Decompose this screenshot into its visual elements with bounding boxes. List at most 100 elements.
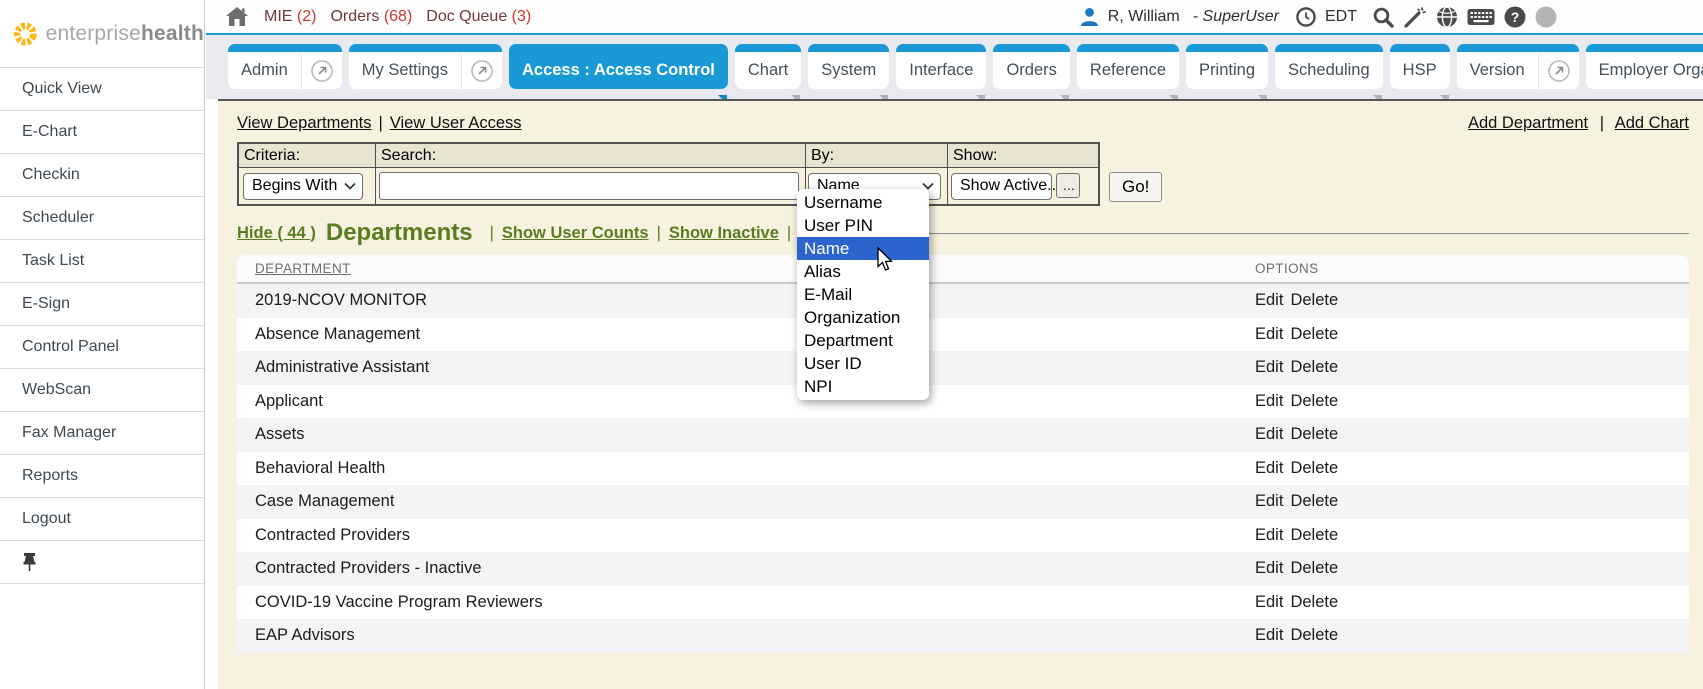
view-departments-link[interactable]: View Departments (237, 114, 372, 133)
sidebar-item[interactable]: Task List (0, 240, 204, 283)
delete-link[interactable]: Delete (1290, 425, 1338, 443)
help-icon[interactable]: ? (1504, 6, 1526, 28)
edit-link[interactable]: Edit (1255, 291, 1283, 309)
external-link-icon[interactable] (461, 52, 502, 89)
dropdown-option-user-id[interactable]: User ID (797, 352, 929, 375)
sidebar-item[interactable]: Control Panel (0, 326, 204, 369)
delete-link[interactable]: Delete (1290, 358, 1338, 376)
show-more-button[interactable]: ... (1056, 173, 1080, 198)
content-panel: View Departments | View User Access Add … (218, 99, 1703, 689)
sidebar-item[interactable]: Scheduler (0, 197, 204, 240)
tab-printing[interactable]: Printing (1186, 44, 1268, 99)
avatar-circle[interactable] (1535, 6, 1557, 28)
sidebar-pin-row[interactable] (0, 541, 204, 584)
sidebar-item[interactable]: Fax Manager (0, 412, 204, 455)
tab-my-settings[interactable]: My Settings (349, 44, 502, 99)
row-options: Edit Delete (1255, 425, 1345, 444)
nav-mie[interactable]: MIE (2) (264, 8, 316, 26)
sidebar-item[interactable]: E-Chart (0, 111, 204, 154)
delete-link[interactable]: Delete (1290, 291, 1338, 309)
search-form: Criteria: Search: By: Show: Begins With … (237, 142, 1689, 206)
tab-orders[interactable]: Orders (993, 44, 1069, 99)
external-link-icon[interactable] (301, 52, 342, 89)
hide-count-link[interactable]: Hide ( 44 ) (237, 224, 316, 243)
dropdown-option-alias[interactable]: Alias (797, 260, 929, 283)
dropdown-option-organization[interactable]: Organization (797, 306, 929, 329)
dropdown-option-username[interactable]: Username (797, 191, 929, 214)
tab-employer-organization[interactable]: Employer Organization (1586, 44, 1703, 99)
table-header-row: DEPARTMENT OPTIONS (237, 255, 1689, 284)
edit-link[interactable]: Edit (1255, 459, 1283, 477)
delete-link[interactable]: Delete (1290, 526, 1338, 544)
nav-doc-queue[interactable]: Doc Queue (3) (426, 8, 531, 26)
dropdown-option-name-selected[interactable]: Name (797, 237, 929, 260)
show-select[interactable]: Show Active... (951, 173, 1052, 200)
edit-link[interactable]: Edit (1255, 593, 1283, 611)
delete-link[interactable]: Delete (1290, 626, 1338, 644)
tab-access-control-active[interactable]: Access : Access Control (509, 44, 728, 99)
wand-icon[interactable] (1403, 6, 1427, 28)
tab-system[interactable]: System (808, 44, 889, 99)
search-icon[interactable] (1372, 6, 1394, 28)
edit-link[interactable]: Edit (1255, 626, 1283, 644)
delete-link[interactable]: Delete (1290, 392, 1338, 410)
dropdown-option-department[interactable]: Department (797, 329, 929, 352)
edit-link[interactable]: Edit (1255, 492, 1283, 510)
tab-interface[interactable]: Interface (896, 44, 986, 99)
tab-chart[interactable]: Chart (735, 44, 801, 99)
department-name: Case Management (255, 492, 1255, 511)
sidebar-item[interactable]: WebScan (0, 369, 204, 412)
table-row: Absence Management EditDelete (237, 318, 1689, 352)
sidebar-item[interactable]: Reports (0, 455, 204, 498)
view-user-access-link[interactable]: View User Access (390, 114, 522, 133)
sidebar-item[interactable]: E-Sign (0, 283, 204, 326)
edit-link[interactable]: Edit (1255, 358, 1283, 376)
department-name: Administrative Assistant (255, 358, 1255, 377)
toolbar-rule (809, 233, 1689, 234)
row-options: Edit Delete (1255, 559, 1345, 578)
delete-link[interactable]: Delete (1290, 593, 1338, 611)
add-department-link[interactable]: Add Department (1468, 114, 1588, 132)
tab-admin[interactable]: Admin (228, 44, 342, 99)
external-link-icon[interactable] (1538, 52, 1579, 89)
dropdown-option-npi[interactable]: NPI (797, 375, 929, 398)
department-name: Applicant (255, 392, 1255, 411)
sidebar-item[interactable]: Quick View (0, 68, 204, 111)
search-input[interactable] (379, 172, 799, 200)
department-name: Contracted Providers (255, 526, 1255, 545)
edit-link[interactable]: Edit (1255, 526, 1283, 544)
user-name[interactable]: R, William (1108, 8, 1180, 26)
tab-version[interactable]: Version (1457, 44, 1579, 99)
top-bar: MIE (2) Orders (68) Doc Queue (3) R, Wil… (206, 0, 1703, 33)
svg-text:?: ? (1511, 9, 1520, 25)
edit-link[interactable]: Edit (1255, 425, 1283, 443)
sidebar-item[interactable]: Logout (0, 498, 204, 541)
edit-link[interactable]: Edit (1255, 392, 1283, 410)
nav-orders[interactable]: Orders (68) (330, 8, 412, 26)
delete-link[interactable]: Delete (1290, 459, 1338, 477)
go-button[interactable]: Go! (1109, 172, 1162, 202)
departments-table-card: DEPARTMENT OPTIONS 2019-NCOV MONITOR Edi… (237, 255, 1689, 653)
show-inactive-link[interactable]: Show Inactive (669, 224, 779, 243)
home-icon[interactable] (226, 7, 248, 26)
globe-icon[interactable] (1436, 6, 1458, 28)
delete-link[interactable]: Delete (1290, 559, 1338, 577)
pushpin-icon[interactable] (22, 553, 37, 571)
tab-scheduling[interactable]: Scheduling (1275, 44, 1383, 99)
department-column-header[interactable]: DEPARTMENT (255, 261, 351, 276)
delete-link[interactable]: Delete (1290, 492, 1338, 510)
criteria-select[interactable]: Begins With (243, 173, 363, 200)
add-chart-link[interactable]: Add Chart (1615, 114, 1689, 132)
delete-link[interactable]: Delete (1290, 325, 1338, 343)
edit-link[interactable]: Edit (1255, 559, 1283, 577)
keyboard-icon[interactable] (1467, 7, 1495, 27)
show-user-counts-link[interactable]: Show User Counts (502, 224, 649, 243)
edit-link[interactable]: Edit (1255, 325, 1283, 343)
department-name: Contracted Providers - Inactive (255, 559, 1255, 578)
sidebar-item[interactable]: Checkin (0, 154, 204, 197)
tab-hsp[interactable]: HSP (1390, 44, 1450, 99)
dropdown-option-user-pin[interactable]: User PIN (797, 214, 929, 237)
tab-reference[interactable]: Reference (1077, 44, 1179, 99)
clock-icon[interactable] (1296, 7, 1316, 27)
dropdown-option-email[interactable]: E-Mail (797, 283, 929, 306)
